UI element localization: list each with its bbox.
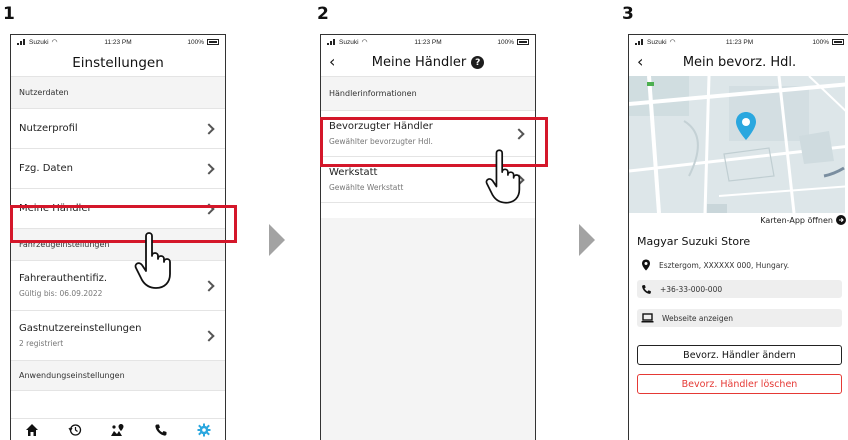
step-number-2: 2 <box>317 4 329 24</box>
page-title: Einstellungen <box>11 49 225 77</box>
menu-item-driver-auth[interactable]: Fahrerauthentifiz. Gültig bis: 06.09.202… <box>11 261 225 311</box>
map-icon[interactable] <box>109 421 127 439</box>
laptop-icon <box>641 313 654 323</box>
dealer-website-row[interactable]: Webseite anzeigen <box>637 309 842 327</box>
dealer-address: Esztergom, XXXXXX 000, Hungary. <box>659 260 790 270</box>
pointing-hand-icon <box>485 149 521 204</box>
page-title: Mein bevorz. Hdl. <box>682 55 797 70</box>
signal-icon <box>635 39 644 45</box>
menu-item-label: Fahrerauthentifiz. <box>19 273 108 284</box>
menu-item-label: Fzg. Daten <box>19 163 73 174</box>
open-maps-app-link[interactable]: Karten-App öffnen <box>629 213 848 227</box>
delete-dealer-button[interactable]: Bevorz. Händler löschen <box>637 374 842 394</box>
battery-icon <box>832 39 844 45</box>
wifi-icon: ◠ <box>669 39 676 46</box>
back-arrow-icon[interactable]: ‹ <box>637 52 643 71</box>
step-number-3: 3 <box>622 4 634 24</box>
carrier-name: Suzuki <box>647 38 667 46</box>
history-icon[interactable] <box>66 421 84 439</box>
section-header-user-data: Nutzerdaten <box>11 77 225 109</box>
menu-item-user-profile[interactable]: Nutzerprofil <box>11 109 225 149</box>
pointing-hand-icon <box>134 232 171 289</box>
nav-bar: ‹ Meine Händler ? <box>321 49 535 77</box>
wifi-icon: ◠ <box>361 39 368 46</box>
signal-icon <box>327 39 336 45</box>
dealer-name: Magyar Suzuki Store <box>637 235 751 248</box>
battery-percent: 100% <box>812 38 829 46</box>
step-number-1: 1 <box>3 4 15 24</box>
status-bar: Suzuki ◠ 11:23 PM 100% <box>629 35 848 49</box>
carrier-name: Suzuki <box>29 38 49 46</box>
location-marker-icon <box>642 259 650 271</box>
section-header-dealer-info: Händlerinformationen <box>321 77 535 111</box>
menu-item-label: Nutzerprofil <box>19 123 78 134</box>
menu-item-vehicle-data[interactable]: Fzg. Daten <box>11 149 225 189</box>
status-bar: Suzuki ◠ 11:23 PM 100% <box>11 35 225 49</box>
dealer-phone-row[interactable]: +36-33-000-000 <box>637 280 842 298</box>
highlight-box-my-dealers <box>10 205 237 243</box>
page-title: Meine Händler <box>371 55 467 70</box>
dealer-phone: +36-33-000-000 <box>660 284 723 294</box>
dealer-address-row: Esztergom, XXXXXX 000, Hungary. <box>637 258 842 272</box>
section-header-app-settings: Anwendungseinstellungen <box>11 361 225 391</box>
menu-item-sublabel: 2 registriert <box>19 339 64 348</box>
open-maps-label: Karten-App öffnen <box>760 215 833 225</box>
phone-icon <box>642 284 651 294</box>
battery-icon <box>207 39 219 45</box>
signal-icon <box>17 39 26 45</box>
battery-percent: 100% <box>187 38 204 46</box>
home-icon[interactable] <box>23 421 41 439</box>
battery-percent: 100% <box>497 38 514 46</box>
step-arrow-right-icon <box>579 224 595 256</box>
carrier-name: Suzuki <box>339 38 359 46</box>
menu-item-label: Gastnutzereinstellungen <box>19 323 142 334</box>
change-dealer-button[interactable]: Bevorz. Händler ändern <box>637 345 842 365</box>
menu-item-sublabel: Gültig bis: 06.09.2022 <box>19 289 103 298</box>
status-bar: Suzuki ◠ 11:23 PM 100% <box>321 35 535 49</box>
back-arrow-icon[interactable]: ‹ <box>329 52 335 71</box>
location-pin-icon <box>736 112 756 140</box>
wifi-icon: ◠ <box>51 39 58 46</box>
dealer-map[interactable] <box>629 76 845 213</box>
empty-area <box>321 218 535 440</box>
tab-bar <box>11 418 225 440</box>
phone-screen-preferred-dealer: Suzuki ◠ 11:23 PM 100% ‹ Mein bevorz. Hd… <box>628 34 848 440</box>
arrow-circle-icon <box>836 215 846 225</box>
phone-icon[interactable] <box>152 421 170 439</box>
phone-screen-my-dealers: Suzuki ◠ 11:23 PM 100% ‹ Meine Händler ?… <box>320 34 536 440</box>
dealer-details: Karten-App öffnen Magyar Suzuki Store Es… <box>629 213 848 394</box>
menu-item-guest-settings[interactable]: Gastnutzereinstellungen 2 registriert <box>11 311 225 361</box>
help-icon[interactable]: ? <box>471 56 485 69</box>
map-graphic <box>629 76 845 213</box>
gear-icon[interactable] <box>195 421 213 439</box>
step-arrow-right-icon <box>269 224 285 256</box>
dealer-website: Webseite anzeigen <box>662 313 734 323</box>
battery-icon <box>517 39 529 45</box>
nav-bar: ‹ Mein bevorz. Hdl. <box>629 49 848 76</box>
